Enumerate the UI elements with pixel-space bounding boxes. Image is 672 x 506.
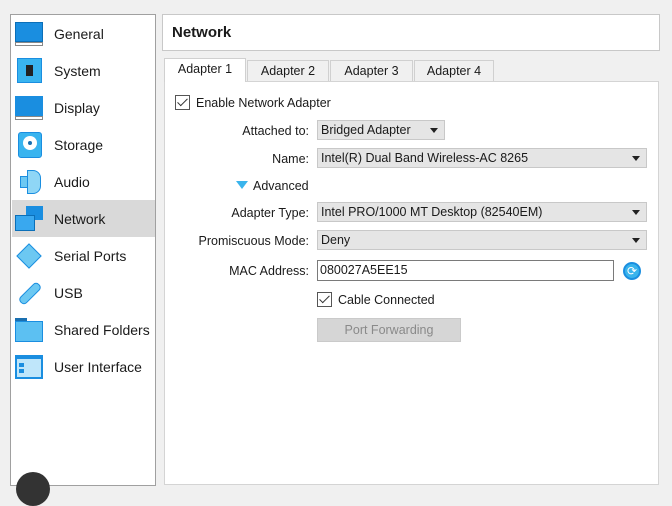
sidebar-item-general[interactable]: General <box>12 15 155 52</box>
sidebar-item-serial-ports[interactable]: Serial Ports <box>12 237 155 274</box>
tab-adapter-2[interactable]: Adapter 2 <box>247 60 329 82</box>
adapter-type-label: Adapter Type: <box>231 206 309 220</box>
display-monitor-icon <box>14 94 44 122</box>
chevron-down-icon <box>430 128 438 133</box>
sidebar-item-audio[interactable]: Audio <box>12 163 155 200</box>
tab-adapter-4[interactable]: Adapter 4 <box>414 60 494 82</box>
storage-disk-icon <box>14 131 44 159</box>
audio-speaker-icon <box>14 168 44 196</box>
system-chip-icon <box>14 57 44 85</box>
adapter-panel <box>164 81 659 485</box>
sidebar-item-user-interface[interactable]: User Interface <box>12 348 155 385</box>
mac-address-input[interactable]: 080027A5EE15 <box>317 260 614 281</box>
usb-icon <box>14 279 44 307</box>
serial-port-icon <box>14 242 44 270</box>
sidebar-item-network[interactable]: Network <box>12 200 155 237</box>
attached-to-select[interactable]: Bridged Adapter <box>317 120 445 140</box>
name-value: Intel(R) Dual Band Wireless-AC 8265 <box>321 151 529 165</box>
port-forwarding-button[interactable]: Port Forwarding <box>317 318 461 342</box>
chevron-down-icon <box>632 156 640 161</box>
page-title: Network <box>172 24 232 41</box>
network-icon <box>14 205 44 233</box>
cable-connected-checkbox[interactable] <box>317 292 332 307</box>
mac-address-label: MAC Address: <box>229 264 309 278</box>
advanced-toggle[interactable]: Advanced <box>253 179 309 193</box>
overlay-circle <box>16 472 50 506</box>
adapter-type-value: Intel PRO/1000 MT Desktop (82540EM) <box>321 205 543 219</box>
attached-to-label: Attached to: <box>242 124 309 138</box>
user-interface-icon <box>14 353 44 381</box>
sidebar-item-storage[interactable]: Storage <box>12 126 155 163</box>
cable-connected-label: Cable Connected <box>338 293 435 307</box>
chevron-down-icon <box>632 210 640 215</box>
sidebar-item-usb[interactable]: USB <box>12 274 155 311</box>
promiscuous-mode-value: Deny <box>321 233 351 247</box>
tab-adapter-1[interactable]: Adapter 1 <box>164 58 246 82</box>
enable-network-adapter-label: Enable Network Adapter <box>196 96 331 110</box>
folder-icon <box>14 316 44 344</box>
refresh-mac-icon[interactable]: ⟳ <box>623 262 641 280</box>
sidebar-item-display[interactable]: Display <box>12 89 155 126</box>
promiscuous-mode-select[interactable]: Deny <box>317 230 647 250</box>
chevron-down-icon <box>632 238 640 243</box>
attached-to-value: Bridged Adapter <box>321 123 411 137</box>
name-select[interactable]: Intel(R) Dual Band Wireless-AC 8265 <box>317 148 647 168</box>
tab-adapter-3[interactable]: Adapter 3 <box>330 60 413 82</box>
enable-network-adapter-checkbox[interactable] <box>175 95 190 110</box>
adapter-type-select[interactable]: Intel PRO/1000 MT Desktop (82540EM) <box>317 202 647 222</box>
expand-triangle-icon[interactable] <box>236 181 248 189</box>
sidebar-item-shared-folders[interactable]: Shared Folders <box>12 311 155 348</box>
name-label: Name: <box>272 152 309 166</box>
page-header: Network <box>162 14 660 51</box>
promiscuous-mode-label: Promiscuous Mode: <box>198 234 309 248</box>
mac-address-value: 080027A5EE15 <box>320 263 408 277</box>
sidebar-item-system[interactable]: System <box>12 52 155 89</box>
settings-sidebar: General System Display Storage Audio Net… <box>10 14 156 486</box>
general-icon <box>14 20 44 48</box>
